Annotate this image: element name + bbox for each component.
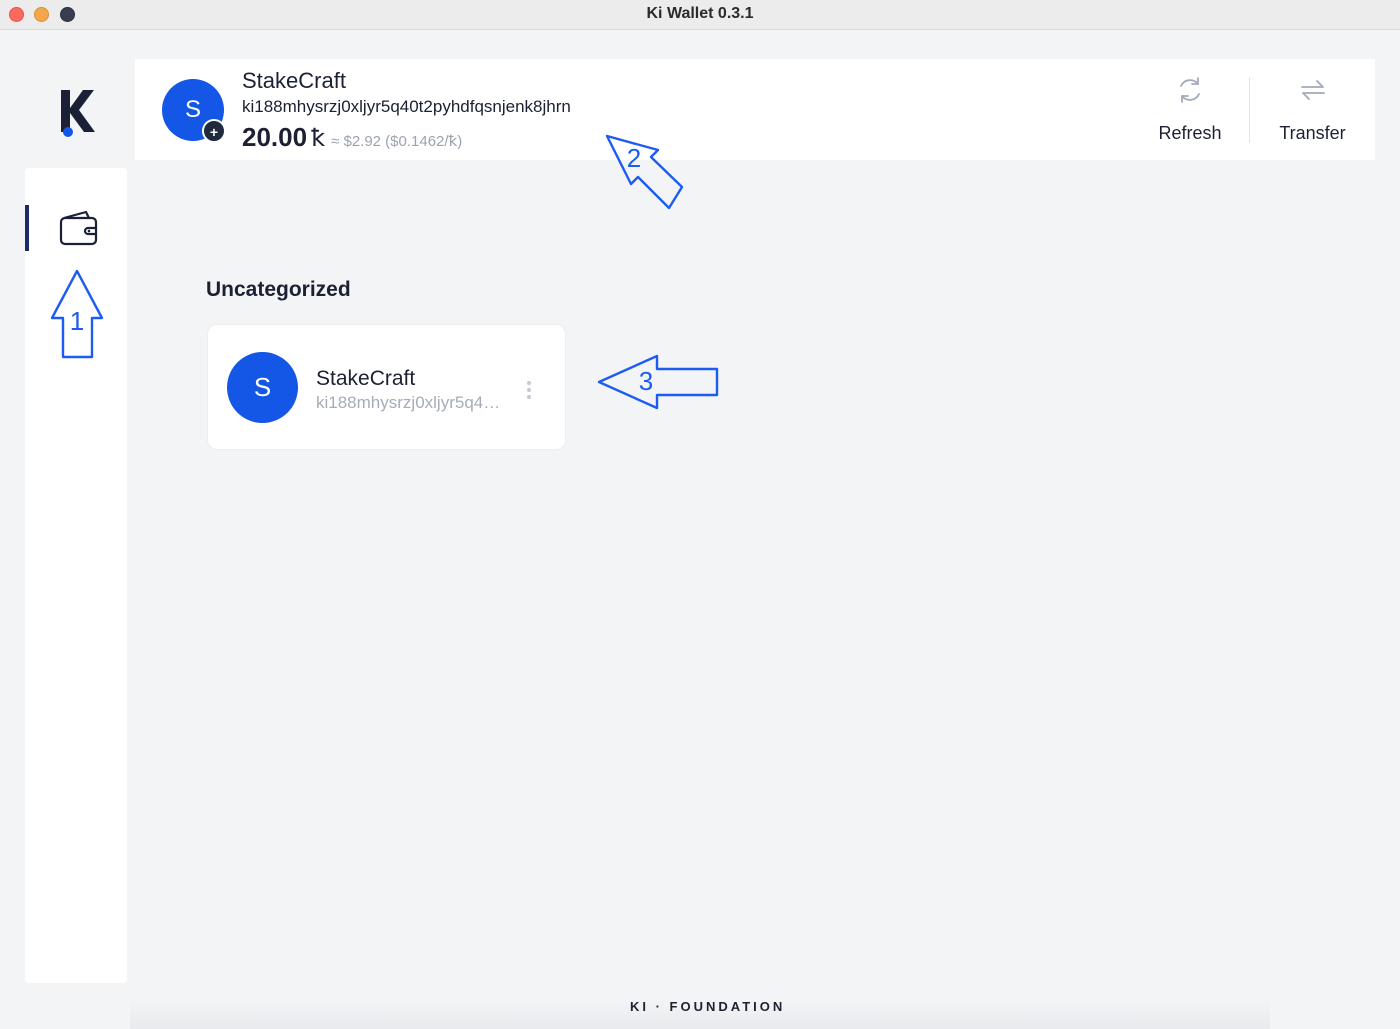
card-avatar: S — [227, 352, 298, 423]
title-bar: Ki Wallet 0.3.1 — [0, 0, 1400, 30]
wallet-icon[interactable] — [58, 208, 100, 248]
account-card[interactable]: S StakeCraft ki188mhysrzj0xljyr5q40t2pyh… — [207, 324, 566, 450]
transfer-button[interactable]: Transfer — [1265, 75, 1360, 145]
app-window: Ki Wallet 0.3.1 S + StakeCraft ki188mhys… — [0, 0, 1400, 1029]
window-title: Ki Wallet 0.3.1 — [646, 5, 754, 22]
transfer-icon — [1300, 80, 1325, 100]
refresh-icon — [1180, 77, 1200, 103]
annotation-arrow-1: 1 — [50, 269, 104, 359]
currency-symbol: ꝁ — [311, 125, 326, 152]
close-window-button[interactable] — [9, 7, 24, 22]
annotation-label-2: 2 — [627, 143, 641, 173]
fiat-value: ≈ $2.92 ($0.1462/ꝁ) — [331, 133, 463, 150]
sidebar-active-indicator — [25, 205, 29, 251]
annotation-label-1: 1 — [70, 306, 84, 336]
minimize-window-button[interactable] — [34, 7, 49, 22]
maximize-window-button[interactable] — [60, 7, 75, 22]
ki-foundation-logo: KI · FOUNDATION — [630, 999, 786, 1014]
card-account-name: StakeCraft — [316, 367, 416, 390]
add-account-button[interactable]: + — [202, 119, 226, 143]
account-header: S + StakeCraft ki188mhysrzj0xljyr5q40t2p… — [135, 59, 1375, 160]
annotation-arrow-3: 3 — [597, 354, 719, 410]
transfer-label: Transfer — [1279, 123, 1346, 143]
refresh-button[interactable]: Refresh — [1145, 75, 1235, 145]
ki-logo-icon — [61, 90, 95, 137]
action-divider — [1249, 77, 1250, 143]
refresh-label: Refresh — [1158, 123, 1222, 143]
balance-row: 20.00 ꝁ ≈ $2.92 ($0.1462/ꝁ) — [242, 122, 462, 153]
card-account-address: ki188mhysrzj0xljyr5q40t2pyhdfqsnjenk8jhr… — [316, 393, 506, 412]
annotation-label-3: 3 — [639, 366, 653, 396]
balance-amount: 20.00 — [242, 122, 308, 152]
annotation-arrow-2: 2 — [605, 134, 684, 210]
section-title: Uncategorized — [206, 278, 351, 301]
more-options-icon[interactable] — [524, 379, 534, 401]
account-name: StakeCraft — [242, 68, 346, 93]
account-address[interactable]: ki188mhysrzj0xljyr5q40t2pyhdfqsnjenk8jhr… — [242, 97, 571, 117]
